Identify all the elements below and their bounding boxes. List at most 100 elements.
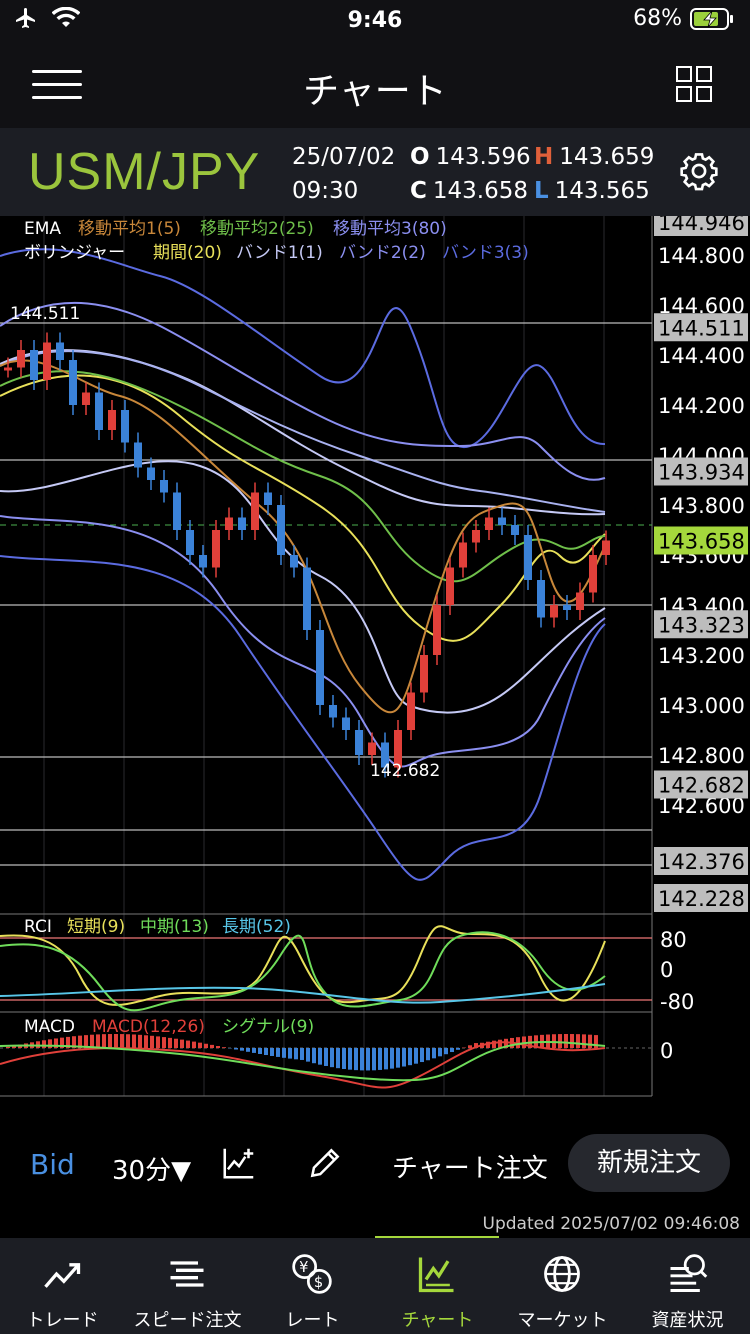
macd-bar <box>426 1048 430 1061</box>
candle <box>355 730 363 755</box>
tab-chart[interactable]: チャート <box>375 1238 500 1334</box>
tab-rate[interactable]: ¥ $ レート <box>250 1238 375 1334</box>
macd-legend-signal: シグナル(9) <box>222 1017 314 1037</box>
macd-bar <box>558 1034 562 1048</box>
macd-bar <box>276 1048 280 1057</box>
candle <box>147 467 155 480</box>
macd-bar <box>180 1039 184 1048</box>
macd-bar <box>420 1048 424 1063</box>
ema-legend-1: 移動平均1(5) <box>78 219 181 239</box>
macd-bar <box>396 1048 400 1068</box>
price-tick: 143.000 <box>658 694 745 718</box>
macd-bar <box>204 1043 208 1048</box>
macd-bar <box>174 1038 178 1048</box>
macd-bar <box>252 1048 256 1053</box>
candle <box>511 525 519 535</box>
bb-legend-2: バンド2(2) <box>339 243 426 263</box>
candle <box>251 492 259 530</box>
grid-layout-icon[interactable] <box>676 66 712 102</box>
candle <box>30 350 38 380</box>
macd-bar <box>300 1048 304 1060</box>
macd-bar <box>408 1048 412 1066</box>
battery-percent: 68% <box>633 6 682 31</box>
trend-chart-icon <box>44 1263 81 1288</box>
speed-lines-icon <box>170 1261 204 1287</box>
macd-bar <box>162 1037 166 1048</box>
candle <box>108 410 116 430</box>
candle <box>303 567 311 630</box>
macd-bar <box>342 1048 346 1070</box>
macd-bar <box>372 1048 376 1071</box>
tab-assets[interactable]: 資産状況 <box>625 1238 750 1334</box>
candle <box>134 442 142 468</box>
macd-bar <box>444 1048 448 1055</box>
price-tick: 143.800 <box>658 494 745 518</box>
macd-bar <box>6 1046 10 1048</box>
candle <box>537 580 545 618</box>
macd-tick-0: 0 <box>660 1039 673 1063</box>
candle <box>329 705 337 718</box>
macd-bar <box>282 1048 286 1058</box>
macd-bar <box>360 1048 364 1071</box>
rci-tick-80: 80 <box>660 928 687 952</box>
level-tag: 143.934 <box>658 461 745 485</box>
tab-market[interactable]: マーケット <box>500 1238 625 1334</box>
low-value: L 143.565 <box>534 178 650 204</box>
macd-bar <box>306 1048 310 1062</box>
macd-bar <box>564 1034 568 1048</box>
gear-icon[interactable] <box>678 150 720 192</box>
macd-bar <box>312 1048 316 1064</box>
pencil-icon[interactable] <box>306 1144 344 1182</box>
candle <box>589 555 597 593</box>
chart-order-button[interactable]: チャート注文 <box>392 1148 548 1185</box>
candle <box>459 542 467 568</box>
currency-exchange-icon: ¥$ <box>292 1254 332 1294</box>
tab-speed-order[interactable]: スピード注文 <box>125 1238 250 1334</box>
macd-bar <box>318 1048 322 1065</box>
macd-label: MACD <box>24 1017 75 1037</box>
rci-tick-0: 0 <box>660 958 673 982</box>
level-tag: 142.228 <box>658 887 745 911</box>
macd-bar <box>210 1044 214 1048</box>
page-title: チャート <box>303 71 447 112</box>
macd-bar <box>198 1042 202 1048</box>
macd-legend-macd: MACD(12,26) <box>92 1017 205 1037</box>
rci-tick-minus80: -80 <box>660 990 694 1014</box>
candle <box>472 530 480 543</box>
chart-icon <box>418 1257 454 1293</box>
candle <box>121 410 129 443</box>
bb-label: ボリンジャー <box>24 243 125 263</box>
chart-canvas[interactable]: 144.511 142.682 EMA 移動平均1(5) 移動平均2(25) 移… <box>0 208 750 1124</box>
level-tag: 142.682 <box>658 774 745 798</box>
rci-legend-short: 短期(9) <box>67 917 125 937</box>
macd-bar <box>588 1034 592 1048</box>
macd-bar <box>414 1048 418 1064</box>
candle <box>56 342 64 360</box>
tab-trade[interactable]: トレード <box>0 1238 125 1334</box>
macd-bar <box>366 1048 370 1071</box>
candle <box>212 530 220 568</box>
candle <box>17 350 25 368</box>
new-order-button[interactable]: 新規注文 <box>568 1134 730 1192</box>
price-tick: 142.800 <box>658 744 745 768</box>
asset-search-icon <box>670 1254 708 1292</box>
price-chart[interactable]: 144.511 142.682 EMA 移動平均1(5) 移動平均2(25) 移… <box>0 208 750 1124</box>
interval-select[interactable]: 30分▼ <box>112 1150 191 1187</box>
macd-bar <box>258 1048 262 1054</box>
candle <box>186 530 194 555</box>
add-indicator-icon[interactable] <box>220 1144 258 1182</box>
price-tick: 144.400 <box>658 344 745 368</box>
bb-legend-3: バンド3(3) <box>442 243 529 263</box>
rci-legend-long: 長期(52) <box>222 917 291 937</box>
status-bar: 9:46 68% <box>0 0 750 44</box>
macd-bar <box>294 1048 298 1060</box>
quote-header: USM/JPY 25/07/02 09:30 O 143.596 H 143.659… <box>0 128 750 216</box>
bid-ask-toggle[interactable]: Bid <box>30 1148 75 1181</box>
candle <box>4 367 12 371</box>
macd-bar <box>216 1046 220 1048</box>
candle <box>160 480 168 493</box>
candle <box>316 630 324 705</box>
bb-legend-period: 期間(20) <box>153 243 222 263</box>
bottom-tab-bar: トレード スピード注文 ¥ $ レート チャート マーケット 資産状況 <box>0 1238 750 1334</box>
currency-pair[interactable]: USM/JPY <box>28 142 260 202</box>
